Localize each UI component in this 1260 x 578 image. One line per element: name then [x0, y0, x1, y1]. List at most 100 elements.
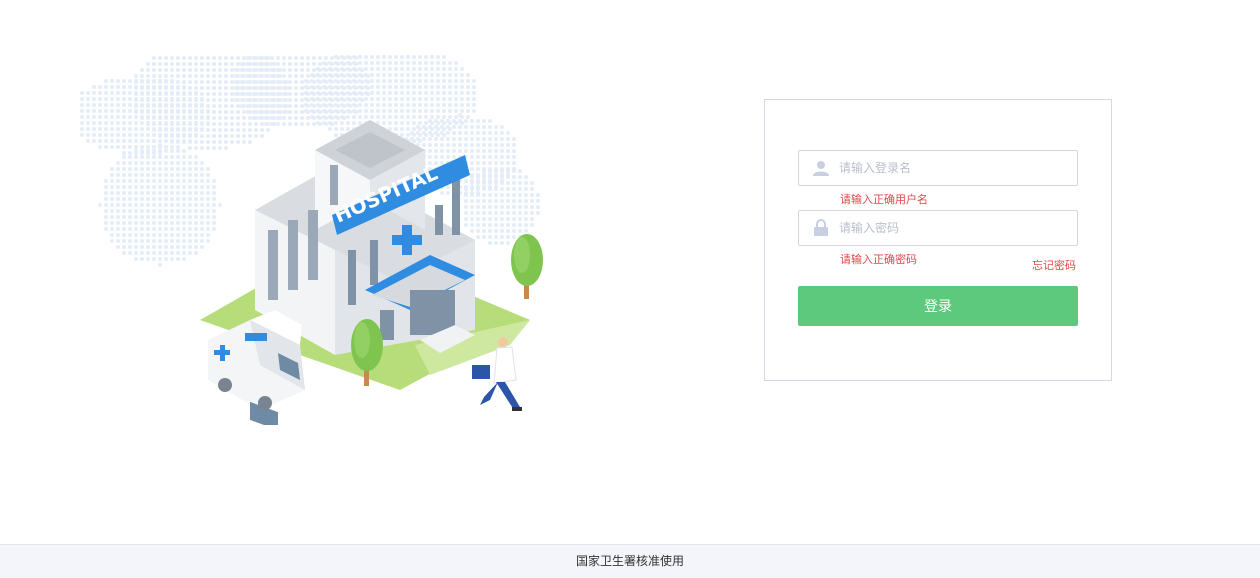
map-dot	[500, 137, 504, 141]
map-dot	[258, 116, 262, 120]
map-dot	[230, 92, 234, 96]
map-dot	[312, 56, 316, 60]
map-dot	[316, 97, 320, 101]
map-dot	[240, 62, 244, 66]
map-dot	[382, 79, 386, 83]
map-dot	[110, 191, 114, 195]
map-dot	[388, 115, 392, 119]
map-dot	[236, 116, 240, 120]
map-dot	[242, 110, 246, 114]
map-dot	[252, 116, 256, 120]
map-dot	[110, 103, 114, 107]
map-dot	[258, 110, 262, 114]
map-dot	[146, 209, 150, 213]
map-dot	[146, 233, 150, 237]
map-dot	[442, 85, 446, 89]
map-dot	[358, 67, 362, 71]
map-dot	[122, 85, 126, 89]
map-dot	[472, 91, 476, 95]
map-dot	[104, 121, 108, 125]
map-dot	[252, 68, 256, 72]
map-dot	[170, 98, 174, 102]
password-input[interactable]	[839, 211, 1069, 245]
map-dot	[206, 197, 210, 201]
password-field[interactable]	[798, 210, 1078, 246]
map-dot	[116, 133, 120, 137]
map-dot	[276, 80, 280, 84]
map-dot	[128, 173, 132, 177]
map-dot	[412, 91, 416, 95]
username-input[interactable]	[839, 151, 1069, 185]
map-dot	[182, 68, 186, 72]
username-field[interactable]	[798, 150, 1078, 186]
map-dot	[536, 211, 540, 215]
map-dot	[80, 121, 84, 125]
map-dot	[164, 239, 168, 243]
map-dot	[524, 211, 528, 215]
map-dot	[104, 203, 108, 207]
map-dot	[164, 257, 168, 261]
map-dot	[452, 137, 456, 141]
map-dot	[300, 74, 304, 78]
map-dot	[194, 245, 198, 249]
map-dot	[188, 161, 192, 165]
map-dot	[158, 143, 162, 147]
map-dot	[152, 98, 156, 102]
map-dot	[152, 203, 156, 207]
map-dot	[110, 203, 114, 207]
forgot-password-link[interactable]: 忘记密码	[1032, 257, 1076, 273]
map-dot	[424, 121, 428, 125]
map-dot	[352, 73, 356, 77]
map-dot	[158, 116, 162, 120]
map-dot	[176, 173, 180, 177]
map-dot	[194, 227, 198, 231]
map-dot	[246, 92, 250, 96]
map-dot	[200, 215, 204, 219]
map-dot	[224, 128, 228, 132]
map-dot	[134, 121, 138, 125]
map-dot	[406, 133, 410, 137]
map-dot	[418, 85, 422, 89]
map-dot	[494, 199, 498, 203]
map-dot	[466, 109, 470, 113]
map-dot	[436, 85, 440, 89]
map-dot	[488, 199, 492, 203]
map-dot	[194, 221, 198, 225]
map-dot	[86, 109, 90, 113]
map-dot	[188, 98, 192, 102]
map-dot	[376, 115, 380, 119]
map-dot	[224, 116, 228, 120]
map-dot	[128, 215, 132, 219]
map-dot	[188, 203, 192, 207]
map-dot	[428, 143, 432, 147]
login-button[interactable]: 登录	[798, 286, 1078, 326]
map-dot	[440, 155, 444, 159]
map-dot	[422, 143, 426, 147]
map-dot	[182, 245, 186, 249]
map-dot	[110, 121, 114, 125]
map-dot	[512, 149, 516, 153]
map-dot	[164, 80, 168, 84]
map-dot	[494, 241, 498, 245]
map-dot	[164, 139, 168, 143]
map-dot	[140, 145, 144, 149]
map-dot	[442, 103, 446, 107]
map-dot	[530, 187, 534, 191]
map-dot	[394, 73, 398, 77]
map-dot	[170, 161, 174, 165]
map-dot	[206, 62, 210, 66]
map-dot	[194, 80, 198, 84]
map-dot	[334, 91, 338, 95]
map-dot	[128, 115, 132, 119]
map-dot	[434, 119, 438, 123]
map-dot	[258, 86, 262, 90]
map-dot	[482, 187, 486, 191]
map-dot	[346, 121, 350, 125]
map-dot	[188, 197, 192, 201]
map-dot	[446, 149, 450, 153]
map-dot	[436, 73, 440, 77]
map-dot	[470, 167, 474, 171]
map-dot	[200, 179, 204, 183]
map-dot	[418, 61, 422, 65]
map-dot	[300, 122, 304, 126]
